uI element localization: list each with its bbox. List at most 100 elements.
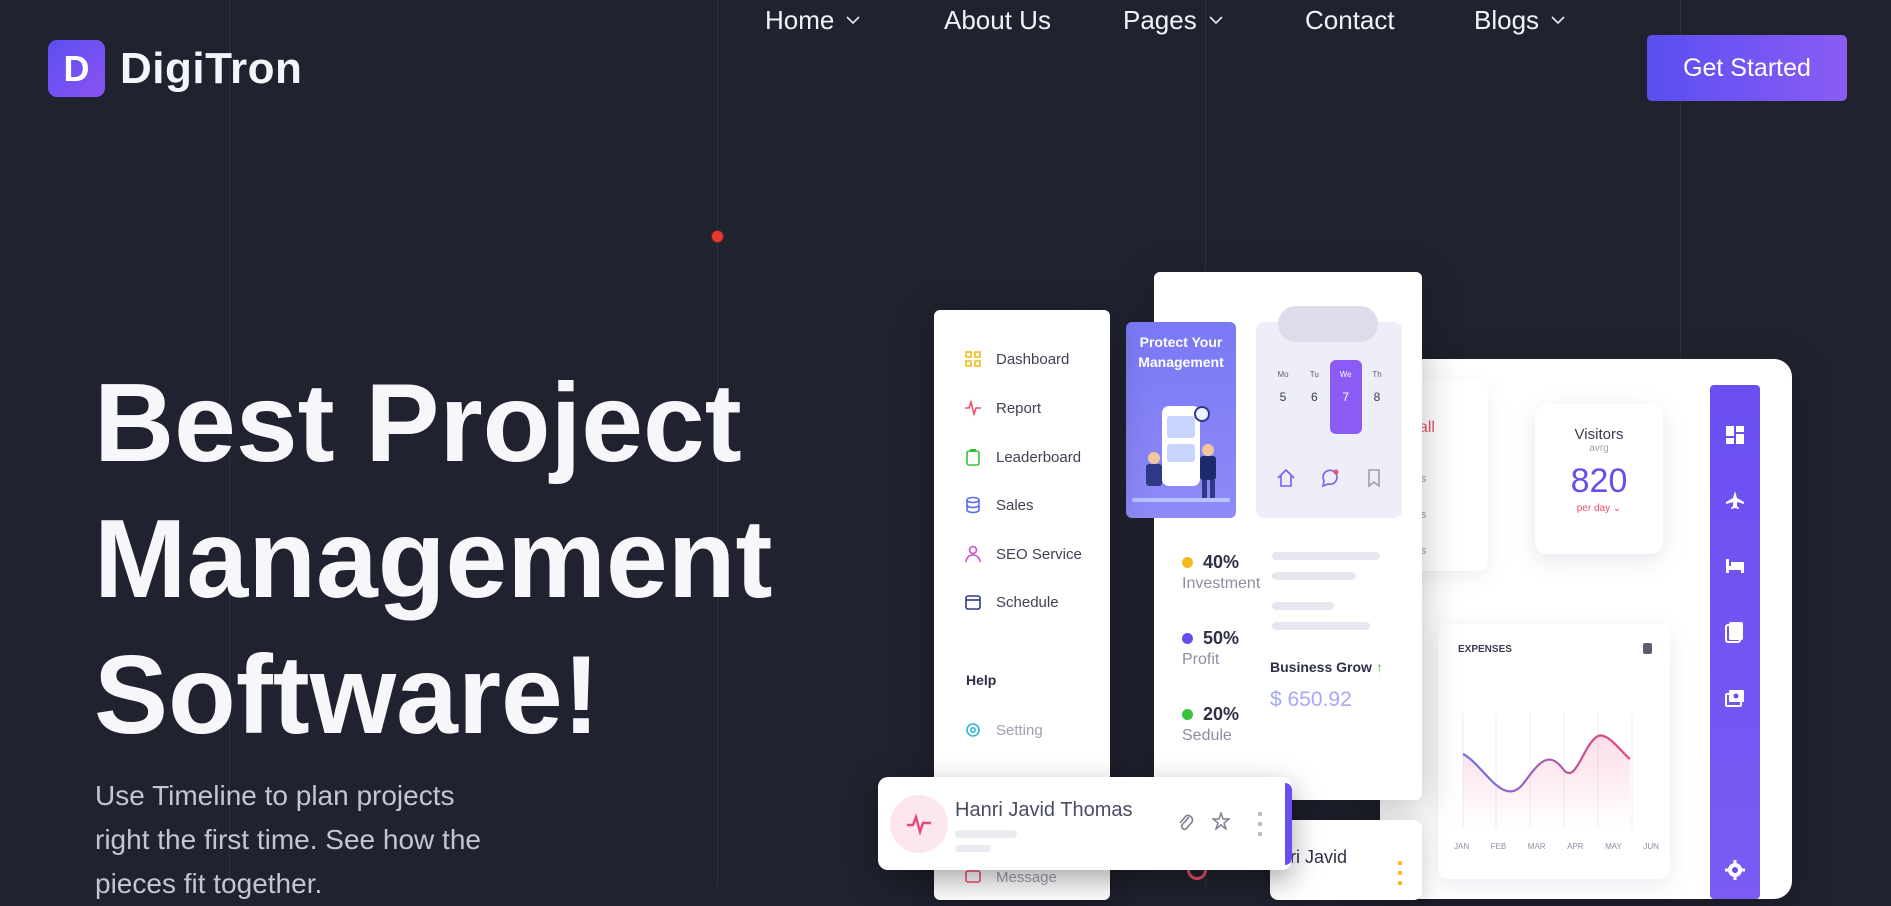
analytics-panel: See all 25 trs 21 trs 16 trs Visitors av… <box>1380 359 1792 899</box>
grid-icon <box>965 351 981 367</box>
team-illustration <box>1132 406 1230 502</box>
bed-icon[interactable] <box>1725 555 1745 575</box>
calendar-icon <box>965 595 981 610</box>
more-vertical-icon[interactable] <box>1258 809 1262 837</box>
book-icon[interactable] <box>1725 621 1745 643</box>
brand-name: DigiTron <box>120 43 303 93</box>
hero-subtitle-line: right the first time. See how the <box>95 824 481 855</box>
chevron-down-icon <box>1551 16 1565 25</box>
menu-label: Report <box>996 399 1042 417</box>
get-started-button[interactable]: Get Started <box>1647 35 1847 101</box>
nav-home[interactable]: Home <box>765 0 860 40</box>
nav-pages[interactable]: Pages <box>1123 0 1223 40</box>
stat-item: 40% Investment <box>1182 552 1292 628</box>
clipboard-icon[interactable] <box>1643 643 1652 654</box>
menu-schedule[interactable]: Schedule <box>964 593 1059 611</box>
hero-title-line: Software! <box>94 633 600 757</box>
chat-icon[interactable] <box>1320 468 1340 488</box>
menu-setting[interactable]: Setting <box>964 721 1043 739</box>
pulse-icon <box>907 813 931 835</box>
month-label: APR <box>1567 842 1584 851</box>
accent-bar <box>1285 783 1292 865</box>
hero-title-line: Management <box>94 497 773 621</box>
menu-label: Sales <box>996 496 1034 514</box>
promo-title: Protect Your Management <box>1138 334 1224 370</box>
menu-label: Leaderboard <box>996 448 1082 466</box>
stat-item: 20% Sedule <box>1182 704 1292 780</box>
menu-message[interactable]: Message <box>964 868 1057 886</box>
center-card: Protect Your Management Mo Tu We Th 5 6 … <box>1126 272 1422 800</box>
airplane-icon[interactable] <box>1725 490 1745 510</box>
nav-contact-label: Contact <box>1305 4 1395 35</box>
dashboard-icon[interactable] <box>1725 425 1745 445</box>
date-cell[interactable]: 7 <box>1333 390 1359 404</box>
chevron-down-icon <box>1209 16 1223 25</box>
stat-dot <box>1182 709 1193 720</box>
gear-icon <box>966 723 980 737</box>
nav-blogs[interactable]: Blogs <box>1474 0 1565 40</box>
database-icon <box>966 496 980 514</box>
stat-value: 50% <box>1203 628 1240 648</box>
star-icon[interactable] <box>1212 812 1230 830</box>
hero-title-line: Best Project <box>94 361 742 485</box>
paperclip-icon[interactable] <box>1177 812 1195 832</box>
month-label: JUN <box>1643 842 1659 851</box>
user-icon <box>965 545 981 563</box>
visitors-sub: avrg <box>1589 443 1609 454</box>
settings-icon[interactable] <box>1725 860 1745 880</box>
more-icon[interactable] <box>1398 858 1402 888</box>
visitors-value: 820 <box>1570 462 1628 500</box>
decor-dot <box>711 230 724 243</box>
menu-seo-service[interactable]: SEO Service <box>964 545 1082 563</box>
expenses-months: JAN FEB MAR APR MAY JUN <box>1454 842 1659 851</box>
home-icon[interactable] <box>1276 468 1296 488</box>
stat-label: Sedule <box>1182 727 1232 744</box>
date-cell[interactable]: 5 <box>1270 390 1296 404</box>
help-heading: Help <box>966 672 997 688</box>
hero-subtitle: Use Timeline to plan projects right the … <box>95 774 595 906</box>
hero-subtitle-line: Use Timeline to plan projects <box>95 780 455 811</box>
menu-report[interactable]: Report <box>964 399 1041 417</box>
logo-mark: D <box>48 40 105 97</box>
contact-name: Hanri Javid Thomas <box>955 799 1133 821</box>
promo-card: Protect Your Management <box>1126 322 1236 518</box>
day-label: We <box>1339 370 1352 379</box>
menu-label: Schedule <box>996 593 1059 611</box>
date-cell[interactable]: 8 <box>1364 390 1390 404</box>
avatar <box>890 795 948 853</box>
hero-title: Best Project Management Software! <box>94 355 772 763</box>
month-label: MAY <box>1605 842 1622 851</box>
visitors-card: Visitors avrg 820 per day ⌄ <box>1535 404 1663 554</box>
month-label: JAN <box>1454 842 1470 851</box>
icon-sidebar <box>1710 385 1760 899</box>
menu-label: Message <box>996 868 1057 886</box>
day-label: Th <box>1372 370 1382 379</box>
contact-card: Hanri Javid Thomas <box>878 777 1292 870</box>
visitors-title: Visitors <box>1574 426 1624 443</box>
money-icon[interactable] <box>1725 688 1745 708</box>
stat-value: 20% <box>1203 704 1240 724</box>
bookmark-icon[interactable] <box>1364 468 1384 488</box>
month-label: MAR <box>1527 842 1546 851</box>
nav-about[interactable]: About Us <box>944 0 1051 40</box>
message-icon <box>965 870 981 883</box>
menu-label: SEO Service <box>996 545 1082 563</box>
calendar-dates: 5 6 7 8 <box>1270 390 1390 404</box>
menu-dashboard[interactable]: Dashboard <box>964 350 1069 368</box>
menu-leaderboard[interactable]: Leaderboard <box>964 448 1081 466</box>
expenses-title: EXPENSES <box>1458 644 1512 655</box>
date-cell[interactable]: 6 <box>1301 390 1327 404</box>
stat-dot <box>1182 633 1193 644</box>
pulse-icon <box>965 399 981 417</box>
brand-logo[interactable]: D DigiTron <box>48 40 302 97</box>
business-value: $ 650.92 <box>1270 688 1352 711</box>
nav-home-label: Home <box>765 4 835 35</box>
hero-subtitle-line: pieces fit together. <box>95 868 323 899</box>
stat-dot <box>1182 557 1193 568</box>
visitors-per: per day ⌄ <box>1576 503 1622 514</box>
nav-contact[interactable]: Contact <box>1305 0 1395 40</box>
menu-label: Setting <box>996 721 1043 739</box>
nav-about-label: About Us <box>944 4 1051 35</box>
nav-pages-label: Pages <box>1123 4 1197 35</box>
menu-sales[interactable]: Sales <box>964 496 1034 514</box>
